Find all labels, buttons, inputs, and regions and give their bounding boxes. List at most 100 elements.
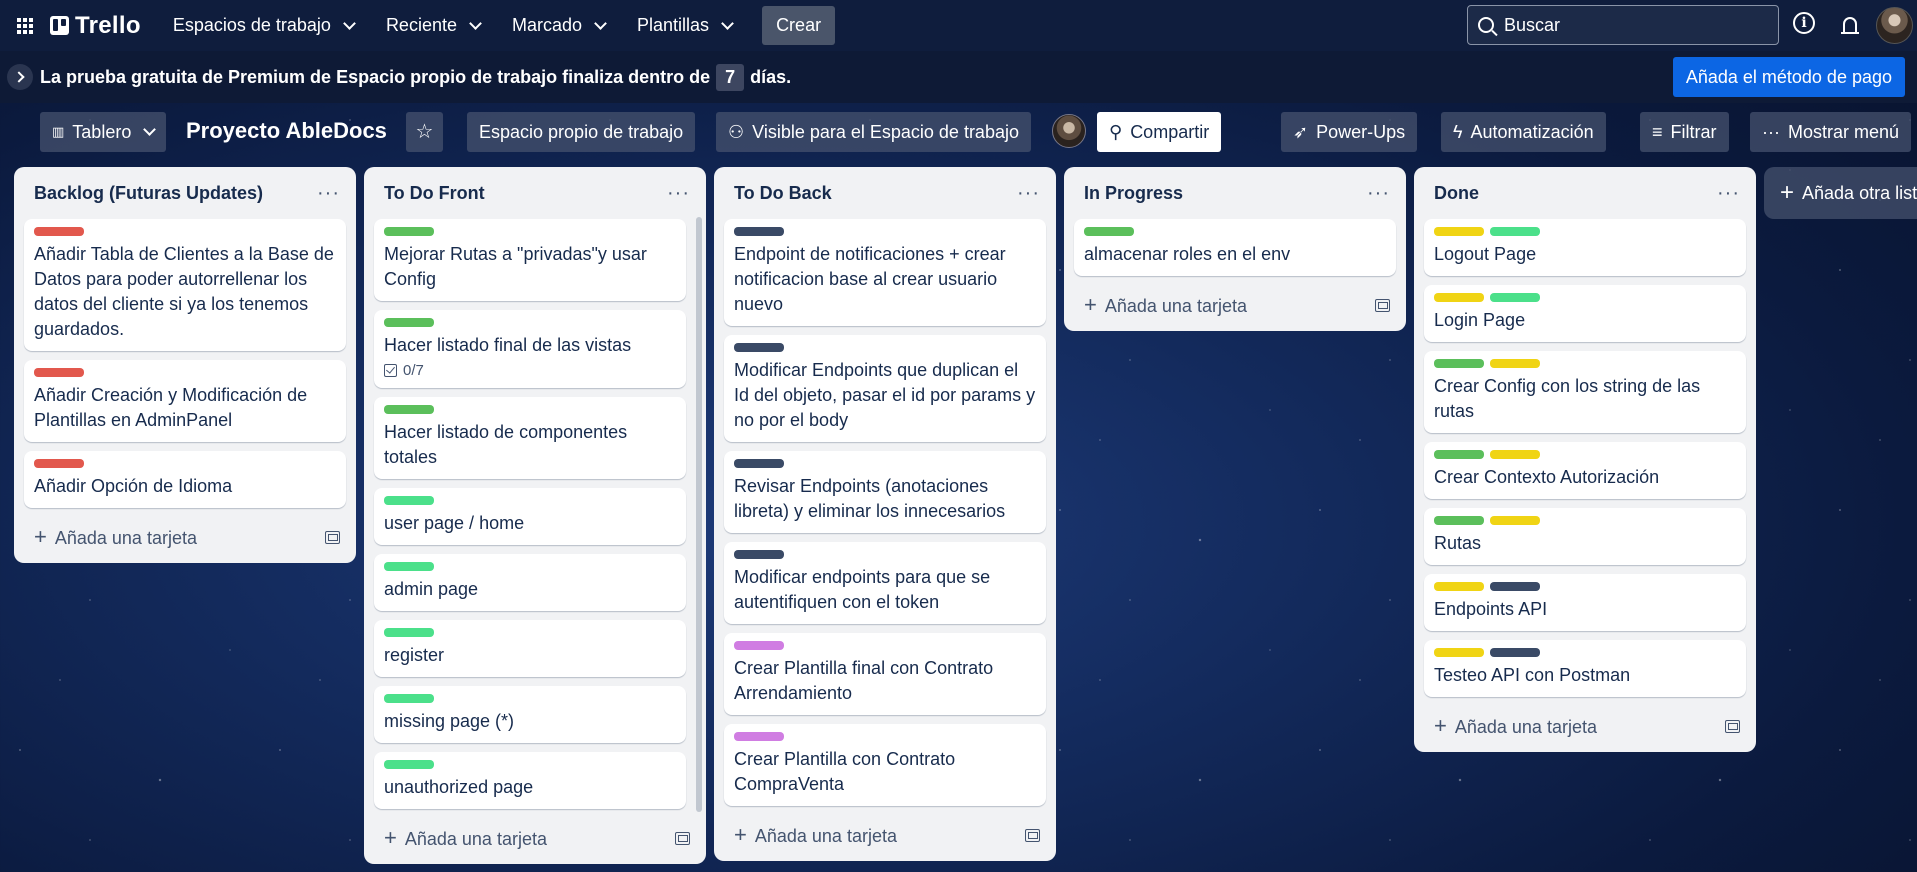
- card[interactable]: Crear Plantilla con Contrato CompraVenta: [724, 724, 1046, 806]
- card-label[interactable]: [1434, 227, 1484, 236]
- card-label[interactable]: [384, 628, 434, 637]
- board-title[interactable]: Proyecto AbleDocs: [186, 118, 387, 144]
- star-board-button[interactable]: ☆: [406, 112, 443, 152]
- create-button[interactable]: Crear: [762, 6, 836, 45]
- workspace-button[interactable]: Espacio propio de trabajo: [467, 112, 696, 152]
- card[interactable]: Mejorar Rutas a "privadas"y usar Config: [374, 219, 686, 301]
- add-card-button[interactable]: + Añada una tarjeta: [24, 517, 346, 557]
- nav-templates-menu[interactable]: Plantillas: [625, 0, 744, 51]
- card-label[interactable]: [1490, 516, 1540, 525]
- filter-button[interactable]: ≡ Filtrar: [1640, 112, 1729, 152]
- card[interactable]: Testeo API con Postman: [1424, 640, 1746, 697]
- list-menu-icon[interactable]: ···: [1367, 182, 1390, 205]
- list-title[interactable]: To Do Back: [734, 183, 832, 204]
- card-label[interactable]: [384, 227, 434, 236]
- share-button[interactable]: ⚲ Compartir: [1097, 112, 1222, 152]
- card[interactable]: unauthorized page: [374, 752, 686, 809]
- nav-recent-menu[interactable]: Reciente: [374, 0, 492, 51]
- card-label[interactable]: [1434, 293, 1484, 302]
- card-template-icon[interactable]: [1025, 828, 1040, 842]
- card-template-icon[interactable]: [1375, 298, 1390, 312]
- add-list-button[interactable]: + Añada otra lista: [1764, 167, 1917, 219]
- sidebar-expand-icon[interactable]: [7, 64, 33, 90]
- card-label[interactable]: [384, 562, 434, 571]
- card-label[interactable]: [734, 641, 784, 650]
- card-label[interactable]: [1490, 359, 1540, 368]
- card-label[interactable]: [734, 459, 784, 468]
- card-label[interactable]: [734, 343, 784, 352]
- user-avatar[interactable]: [1876, 7, 1913, 44]
- card[interactable]: Añadir Opción de Idioma: [24, 451, 346, 508]
- card-template-icon[interactable]: [1725, 719, 1740, 733]
- card-label[interactable]: [384, 496, 434, 505]
- card-label[interactable]: [1490, 293, 1540, 302]
- card[interactable]: register: [374, 620, 686, 677]
- card-label[interactable]: [384, 405, 434, 414]
- card[interactable]: Hacer listado final de las vistas 0/7: [374, 310, 686, 388]
- card[interactable]: Revisar Endpoints (anotaciones libreta) …: [724, 451, 1046, 533]
- list-title[interactable]: Backlog (Futuras Updates): [34, 183, 263, 204]
- search-input[interactable]: Buscar: [1467, 5, 1779, 45]
- add-card-button[interactable]: + Añada una tarjeta: [1074, 285, 1396, 325]
- card-label[interactable]: [34, 368, 84, 377]
- card[interactable]: Modificar endpoints para que se autentif…: [724, 542, 1046, 624]
- power-ups-button[interactable]: ➶ Power-Ups: [1281, 112, 1418, 152]
- card-label[interactable]: [1434, 359, 1484, 368]
- info-icon[interactable]: i: [1793, 12, 1815, 34]
- list-menu-icon[interactable]: ···: [1017, 182, 1040, 205]
- list-menu-icon[interactable]: ···: [317, 182, 340, 205]
- card[interactable]: Endpoint de notificaciones + crear notif…: [724, 219, 1046, 326]
- card[interactable]: user page / home: [374, 488, 686, 545]
- card-label[interactable]: [34, 227, 84, 236]
- automation-button[interactable]: ϟ Automatización: [1441, 112, 1606, 152]
- card-label[interactable]: [1490, 227, 1540, 236]
- list-title[interactable]: Done: [1434, 183, 1479, 204]
- card-label[interactable]: [384, 318, 434, 327]
- add-card-button[interactable]: + Añada una tarjeta: [724, 815, 1046, 855]
- visibility-button[interactable]: ⚇ Visible para el Espacio de trabajo: [716, 112, 1031, 152]
- card[interactable]: Crear Contexto Autorización: [1424, 442, 1746, 499]
- card[interactable]: Modificar Endpoints que duplican el Id d…: [724, 335, 1046, 442]
- card-label[interactable]: [734, 550, 784, 559]
- card-label[interactable]: [1490, 582, 1540, 591]
- list-menu-icon[interactable]: ···: [1717, 182, 1740, 205]
- card-label[interactable]: [34, 459, 84, 468]
- notifications-bell-icon[interactable]: [1838, 12, 1862, 36]
- nav-workspaces-menu[interactable]: Espacios de trabajo: [161, 0, 366, 51]
- card[interactable]: Añadir Creación y Modificación de Planti…: [24, 360, 346, 442]
- card[interactable]: Hacer listado de componentes totales: [374, 397, 686, 479]
- card[interactable]: missing page (*): [374, 686, 686, 743]
- add-card-button[interactable]: + Añada una tarjeta: [374, 818, 696, 858]
- card-label[interactable]: [384, 760, 434, 769]
- card-template-icon[interactable]: [675, 831, 690, 845]
- card-label[interactable]: [1434, 516, 1484, 525]
- show-menu-button[interactable]: ··· Mostrar menú: [1750, 112, 1912, 152]
- board-view-switcher[interactable]: ▥ Tablero: [40, 112, 167, 152]
- card-label[interactable]: [1490, 648, 1540, 657]
- add-card-button[interactable]: + Añada una tarjeta: [1424, 706, 1746, 746]
- card[interactable]: Endpoints API: [1424, 574, 1746, 631]
- add-payment-button[interactable]: Añada el método de pago: [1672, 57, 1905, 97]
- card-label[interactable]: [734, 732, 784, 741]
- nav-starred-menu[interactable]: Marcado: [500, 0, 617, 51]
- card-label[interactable]: [1434, 648, 1484, 657]
- card[interactable]: admin page: [374, 554, 686, 611]
- list-menu-icon[interactable]: ···: [667, 182, 690, 205]
- card-template-icon[interactable]: [325, 530, 340, 544]
- list-scrollbar[interactable]: [696, 217, 702, 812]
- app-switcher-icon[interactable]: [0, 0, 50, 51]
- card-label[interactable]: [734, 227, 784, 236]
- member-avatar[interactable]: [1052, 114, 1086, 148]
- card[interactable]: Logout Page: [1424, 219, 1746, 276]
- card[interactable]: Rutas: [1424, 508, 1746, 565]
- card[interactable]: Añadir Tabla de Clientes a la Base de Da…: [24, 219, 346, 351]
- card[interactable]: almacenar roles en el env: [1074, 219, 1396, 276]
- list-title[interactable]: In Progress: [1084, 183, 1183, 204]
- list-title[interactable]: To Do Front: [384, 183, 485, 204]
- card-label[interactable]: [1490, 450, 1540, 459]
- card-label[interactable]: [384, 694, 434, 703]
- card[interactable]: Login Page: [1424, 285, 1746, 342]
- card[interactable]: Crear Config con los string de las rutas: [1424, 351, 1746, 433]
- card-label[interactable]: [1434, 450, 1484, 459]
- card[interactable]: Crear Plantilla final con Contrato Arren…: [724, 633, 1046, 715]
